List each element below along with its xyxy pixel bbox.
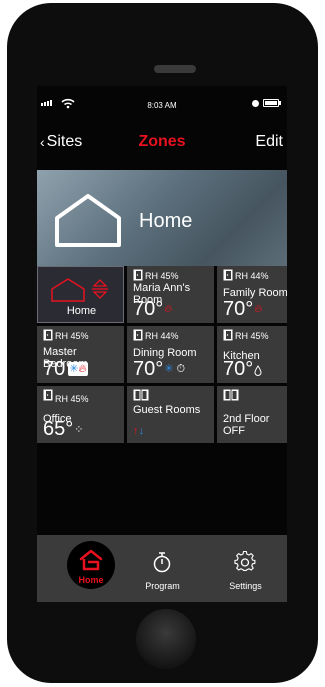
fan-icon: ⁘: [74, 424, 84, 436]
humidity-label: RH 44%: [235, 271, 269, 281]
tile-label: Home: [66, 305, 97, 317]
door-icon: [133, 269, 143, 281]
hero-title: Home: [139, 210, 193, 232]
humidity-label: RH 45%: [235, 331, 269, 341]
door-icon: [133, 329, 143, 341]
zone-name: 2nd Floor: [223, 413, 270, 425]
zone-tile-master-bedroom[interactable]: RH 45% Master Bedroom 70 ✳🔥︎: [37, 326, 124, 383]
home-hardware-button[interactable]: [136, 609, 196, 669]
tab-program[interactable]: Program: [121, 535, 204, 602]
temp-value: 70: [43, 358, 66, 380]
temp-value: 70°: [223, 358, 254, 380]
snowflake-flame-icon: ✳🔥︎: [68, 362, 88, 376]
navigation-bar: ‹ Sites Zones Edit: [37, 130, 287, 154]
humidity-label: RH 45%: [55, 394, 89, 404]
house-outline-icon: [55, 194, 121, 247]
temp-value: 65°: [43, 418, 74, 440]
heat-cool-icon: ↑↓: [133, 425, 144, 437]
zone-tile-2nd-floor[interactable]: 2nd Floor OFF: [217, 386, 287, 443]
zone-tile-home[interactable]: Home: [37, 266, 124, 323]
humidity-label: RH 44%: [145, 331, 179, 341]
stopwatch-icon: [153, 552, 171, 573]
status-bar: 8:03 AM: [37, 86, 287, 126]
zone-temp: 70° 🔥︎: [223, 298, 262, 321]
zone-tile-dining-room[interactable]: RH 44% Dining Room 70° ✳ ⏱: [127, 326, 214, 383]
tab-home-label: Home: [78, 575, 104, 585]
zone-temp: 70° 🔥︎: [133, 298, 172, 321]
temp-value: 70°: [223, 298, 254, 320]
zone-temp: 65° ⁘: [43, 418, 83, 441]
status-right: [252, 99, 281, 107]
door-icon: [43, 389, 53, 401]
humidity-label: RH 45%: [55, 331, 89, 341]
page-title: Zones: [138, 133, 186, 150]
status-time: 8:03 AM: [147, 101, 177, 110]
temp-value: 70°: [133, 298, 164, 320]
zone-tile-office[interactable]: RH 45% Office 65° ⁘: [37, 386, 124, 443]
zone-temp: 70°: [223, 358, 262, 381]
home-zone-icon: [51, 278, 108, 302]
zone-temp: 70 ✳🔥︎: [43, 358, 88, 381]
snowflake-timer-icon: ✳ ⏱: [164, 363, 186, 375]
zone-tile-family-room[interactable]: RH 44% Family Room 70° 🔥︎: [217, 266, 287, 323]
double-door-icon: [223, 389, 239, 401]
double-door-icon: [133, 389, 149, 401]
humidity-label: RH 45%: [145, 271, 179, 281]
zone-name: Guest Rooms: [133, 404, 201, 416]
hero-banner[interactable]: Home: [37, 170, 287, 266]
tab-settings[interactable]: Settings: [204, 535, 287, 602]
door-icon: [43, 329, 53, 341]
app-screen: 8:03 AM ‹ Sites Zones Edit Home Home RH …: [37, 86, 287, 602]
battery-icon: [263, 99, 281, 107]
flame-icon: 🔥︎: [254, 303, 263, 315]
door-icon: [223, 329, 233, 341]
tab-program-label: Program: [145, 581, 180, 591]
zone-tile-maria-anns-room[interactable]: RH 45% Maria Ann's Room 70° 🔥︎: [127, 266, 214, 323]
edit-button[interactable]: Edit: [255, 133, 283, 151]
zone-temp: 70° ✳ ⏱: [133, 358, 185, 381]
temp-value: 70°: [133, 358, 164, 380]
speaker-grille: [154, 65, 196, 73]
alarm-icon: [252, 99, 259, 107]
zone-tile-guest-rooms[interactable]: Guest Rooms ↑↓: [127, 386, 214, 443]
tab-bar: Home Program Settings: [37, 535, 287, 602]
drop-icon: [254, 365, 262, 376]
home-tab-bubble: Home: [67, 541, 115, 589]
gear-icon: [234, 551, 256, 572]
flame-icon: 🔥︎: [164, 303, 173, 315]
door-icon: [223, 269, 233, 281]
tab-home[interactable]: Home: [37, 535, 120, 602]
home-icon: [79, 549, 103, 571]
tab-settings-label: Settings: [229, 581, 262, 591]
zone-tile-kitchen[interactable]: RH 45% Kitchen 70°: [217, 326, 287, 383]
zone-state: OFF: [223, 425, 245, 437]
